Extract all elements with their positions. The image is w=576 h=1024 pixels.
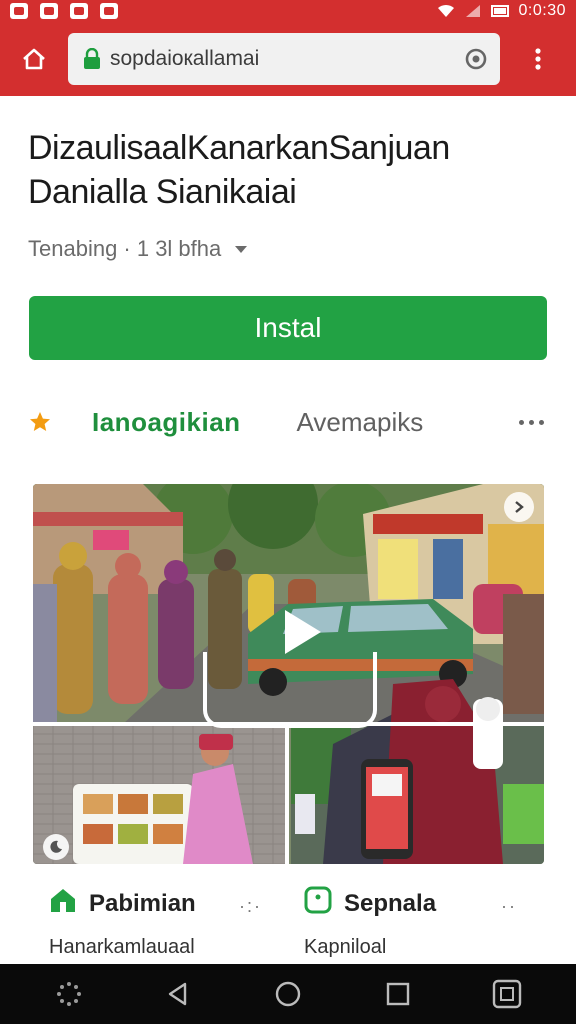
home-nav-button[interactable]	[264, 970, 312, 1018]
signal-icon	[465, 5, 480, 17]
navigation-bar	[0, 964, 576, 1024]
screenshot-gallery[interactable]	[33, 484, 544, 864]
battery-icon	[490, 5, 509, 17]
dots-circle-icon	[56, 982, 81, 1006]
card-title: Pabimian	[89, 890, 196, 917]
home-button[interactable]	[0, 22, 68, 96]
overflow-menu-icon	[535, 48, 541, 70]
url-text: sopdaioкallamai	[110, 47, 260, 70]
feature-cards: Pabimian ·:· Hanarkamlauaal Sepnala ·· K…	[33, 864, 544, 964]
notification-icon	[70, 3, 88, 19]
lock-icon	[82, 48, 102, 70]
home-icon	[51, 889, 75, 912]
page-content: DizaulisaalKanarkanSanjuan Danialla Sian…	[0, 96, 576, 964]
browser-toolbar: sopdaioкallamai	[0, 22, 576, 96]
tab-overview[interactable]: Ianoagikian	[92, 407, 241, 438]
star-icon[interactable]	[28, 410, 58, 434]
screenshot-button[interactable]	[483, 970, 531, 1018]
app-meta[interactable]: Tenabing · 1 3l bfha	[28, 236, 248, 262]
url-bar[interactable]: sopdaioкallamai	[68, 33, 500, 85]
home-icon	[23, 48, 45, 70]
video-frame	[203, 652, 377, 728]
tab-bar: Ianoagikian Avemapiks	[28, 396, 548, 448]
install-button[interactable]: Instal	[29, 296, 547, 360]
feature-card[interactable]: Sepnala ·· Kapniloal	[288, 864, 543, 964]
home-circle-icon	[275, 981, 301, 1007]
more-icon[interactable]	[519, 419, 548, 425]
moon-icon[interactable]	[43, 834, 69, 860]
app-meta-text: Tenabing · 1 3l bfha	[28, 236, 222, 261]
back-icon	[169, 982, 187, 1006]
assistant-button[interactable]	[45, 970, 93, 1018]
card-title: Sepnala	[344, 890, 437, 917]
feature-card[interactable]: Pabimian ·:· Hanarkamlauaal	[33, 864, 288, 964]
reload-icon[interactable]	[462, 45, 490, 73]
card-subtitle: Hanarkamlauaal	[49, 936, 195, 958]
notification-icon	[100, 3, 118, 19]
chevron-right-icon[interactable]	[504, 492, 534, 522]
wifi-icon	[437, 4, 454, 17]
app-title: DizaulisaalKanarkanSanjuan Danialla Sian…	[28, 129, 450, 211]
card-more-icon[interactable]: ··	[501, 896, 517, 917]
system-status: 0:0:30	[437, 2, 566, 20]
screenshot-icon	[492, 979, 522, 1009]
card-subtitle: Kapniloal	[304, 936, 387, 958]
notification-icon	[10, 3, 28, 19]
status-time: 0:0:30	[518, 2, 566, 19]
recents-icon	[386, 982, 409, 1006]
tab-reviews[interactable]: Avemapiks	[297, 407, 424, 438]
play-icon[interactable]	[271, 602, 331, 662]
back-button[interactable]	[154, 970, 202, 1018]
overflow-menu-button[interactable]	[500, 22, 576, 96]
status-bar: 0:0:30	[0, 0, 576, 22]
card-more-icon[interactable]: ·:·	[239, 896, 262, 917]
chevron-down-icon	[235, 245, 248, 253]
app-icon	[304, 886, 332, 914]
recents-button[interactable]	[374, 970, 422, 1018]
notification-icon	[40, 3, 58, 19]
notification-icons	[10, 3, 118, 19]
